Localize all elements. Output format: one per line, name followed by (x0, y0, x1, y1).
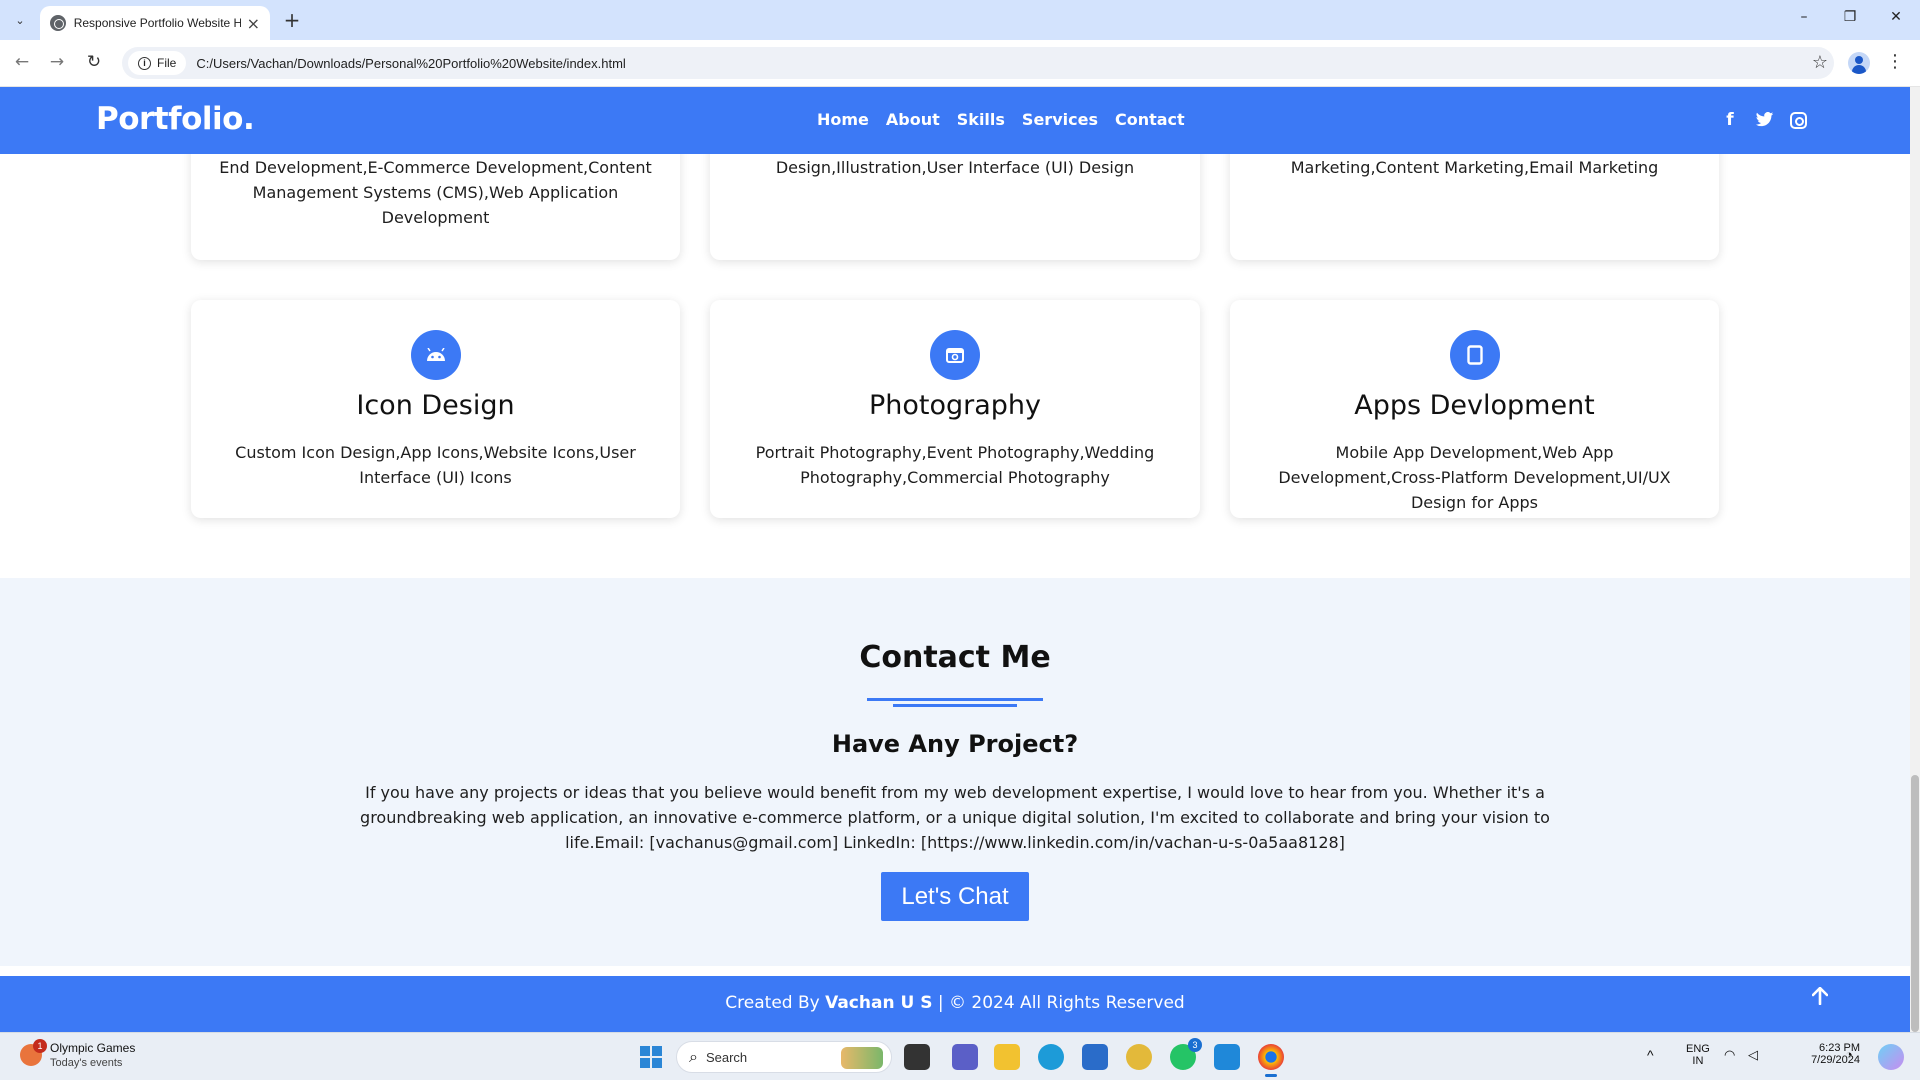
service-title: Photography (868, 390, 1042, 421)
page-viewport: Portfolio. Home About Skills Services Co… (0, 87, 1920, 1032)
contact-subtitle: Have Any Project? (831, 730, 1079, 758)
browser-menu-icon[interactable]: ⋮ (1886, 51, 1904, 72)
contact-title: Contact Me (859, 640, 1051, 675)
title-underline-short (893, 704, 1017, 707)
tab-search-button[interactable]: ⌄ (8, 9, 32, 31)
browser-tab[interactable]: Responsive Portfolio Website H × (40, 6, 270, 40)
close-window-icon[interactable]: ✕ (1884, 9, 1908, 25)
footer-text: Created By Vachan U S | © 2024 All Right… (0, 993, 1910, 1013)
address-bar[interactable]: i File C:/Users/Vachan/Downloads/Persona… (122, 47, 1834, 79)
service-desc: End Development,E-Commerce Development,C… (219, 158, 652, 227)
nav-skills[interactable]: Skills (957, 110, 1005, 129)
site-info-chip[interactable]: i File (128, 51, 187, 75)
widgets-button[interactable]: 1 Olympic Games Today's events (20, 1039, 136, 1069)
minimize-icon[interactable]: – (1792, 9, 1816, 25)
main-nav: Home About Skills Services Contact (817, 110, 1185, 129)
widget-subtitle: Today's events (50, 1057, 123, 1069)
task-view-icon[interactable] (904, 1044, 930, 1070)
nav-about[interactable]: About (886, 110, 940, 129)
new-tab-button[interactable]: + (280, 8, 304, 32)
site-header: Portfolio. Home About Skills Services Co… (0, 87, 1910, 154)
camera-icon (930, 330, 980, 380)
search-highlight-icon (841, 1047, 883, 1069)
nav-services[interactable]: Services (1022, 110, 1098, 129)
service-card-apps-development: Apps Devlopment Mobile App Development,W… (1230, 300, 1719, 518)
footer-suffix: | © 2024 All Rights Reserved (932, 993, 1185, 1013)
instagram-icon[interactable] (1788, 110, 1808, 130)
chrome-dev-icon[interactable] (1126, 1044, 1152, 1070)
facebook-icon[interactable]: f (1720, 110, 1740, 130)
site-logo[interactable]: Portfolio. (96, 101, 255, 137)
contact-section: Contact Me Have Any Project? If you have… (0, 578, 1910, 966)
search-icon: ⌕ (689, 1047, 698, 1066)
volume-icon[interactable]: ◁ (1748, 1047, 1758, 1063)
file-explorer-icon[interactable] (994, 1044, 1020, 1070)
chrome-icon[interactable] (1258, 1044, 1284, 1077)
search-label: Search (705, 1049, 748, 1065)
windows-taskbar: 1 Olympic Games Today's events ⌕ Search … (0, 1032, 1920, 1080)
close-tab-icon[interactable]: × (247, 14, 260, 33)
taskbar-search[interactable]: ⌕ Search (676, 1041, 892, 1073)
url-text[interactable]: C:/Users/Vachan/Downloads/Personal%20Por… (196, 56, 625, 71)
whatsapp-icon[interactable]: 3 (1170, 1038, 1202, 1070)
twitter-icon[interactable] (1754, 110, 1774, 130)
notification-badge: 1 (33, 1039, 47, 1053)
social-links: f (1720, 110, 1808, 130)
windows-start-icon[interactable] (640, 1046, 662, 1068)
scrollbar[interactable] (1910, 87, 1920, 1032)
service-card-photography: Photography Portrait Photography,Event P… (710, 300, 1200, 518)
language-indicator[interactable]: ENG IN (1686, 1043, 1710, 1067)
tab-title: Responsive Portfolio Website H (73, 16, 241, 30)
lang-bottom: IN (1692, 1055, 1704, 1067)
browser-tab-bar: ⌄ Responsive Portfolio Website H × + – ❐… (0, 0, 1920, 40)
site-footer: Created By Vachan U S | © 2024 All Right… (0, 976, 1910, 1032)
olympic-games-icon: 1 (20, 1039, 47, 1066)
nav-contact[interactable]: Contact (1115, 110, 1185, 129)
service-card-icon-design: Icon Design Custom Icon Design,App Icons… (191, 300, 680, 518)
browser-toolbar: ← → ↻ i File C:/Users/Vachan/Downloads/P… (0, 40, 1920, 87)
nav-home[interactable]: Home (817, 110, 869, 129)
teams-icon[interactable] (952, 1044, 978, 1070)
lets-chat-button[interactable]: Let's Chat (881, 872, 1029, 921)
android-icon (410, 330, 461, 380)
contact-text: If you have any projects or ideas that y… (360, 783, 1550, 852)
file-label: File (157, 56, 177, 70)
reload-icon[interactable]: ↻ (82, 52, 106, 72)
service-desc: Design,Illustration,User Interface (UI) … (775, 158, 1135, 177)
service-title: Apps Devlopment (1354, 390, 1595, 421)
edge-icon[interactable] (1038, 1044, 1064, 1070)
widget-title: Olympic Games (50, 1041, 136, 1055)
service-title: Icon Design (356, 390, 515, 421)
forward-arrow-icon[interactable]: → (45, 52, 69, 72)
back-arrow-icon[interactable]: ← (10, 52, 34, 72)
chevron-up-icon[interactable]: ^ (1647, 1047, 1654, 1063)
profile-avatar-icon[interactable] (1848, 52, 1870, 74)
scrollbar-thumb[interactable] (1911, 775, 1919, 1032)
service-desc: Portrait Photography,Event Photography,W… (755, 443, 1155, 487)
bookmark-star-icon[interactable]: ☆ (1812, 52, 1828, 73)
restore-icon[interactable]: ❐ (1838, 9, 1862, 25)
lang-top: ENG (1686, 1043, 1710, 1055)
service-desc: Custom Icon Design,App Icons,Website Ico… (235, 443, 636, 487)
footer-author: Vachan U S (825, 993, 933, 1013)
whatsapp-badge: 3 (1188, 1038, 1202, 1052)
notification-bell-icon[interactable]: ◔ (1845, 1047, 1853, 1062)
title-underline (867, 698, 1043, 701)
service-desc: Marketing,Content Marketing,Email Market… (1290, 158, 1659, 177)
tablet-icon (1449, 330, 1500, 380)
vscode-icon[interactable] (1214, 1044, 1240, 1070)
wifi-icon[interactable]: ◠ (1724, 1047, 1735, 1063)
store-icon[interactable] (1082, 1044, 1108, 1070)
footer-prefix: Created By (725, 993, 826, 1013)
service-desc: Mobile App Development,Web App Developme… (1278, 443, 1671, 512)
globe-icon (50, 15, 66, 31)
info-icon: i (138, 56, 151, 70)
arrow-up-icon[interactable] (1808, 984, 1832, 1008)
copilot-icon[interactable] (1878, 1044, 1904, 1070)
